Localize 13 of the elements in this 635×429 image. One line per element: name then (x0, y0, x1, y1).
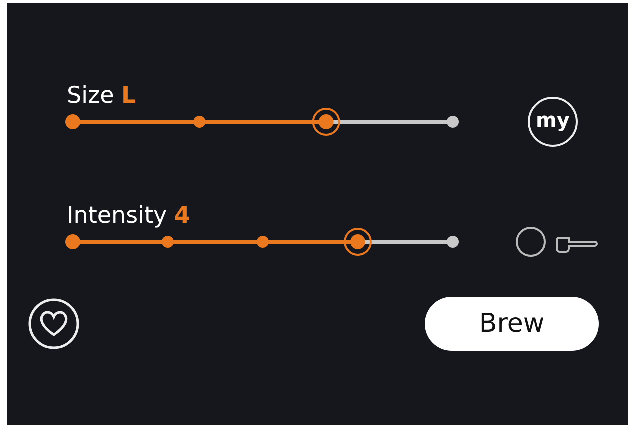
slider-label: Intensity 4 (66, 202, 192, 231)
slider-stop[interactable] (66, 234, 80, 250)
slider-thumb[interactable] (312, 108, 340, 136)
slider-label: Size L (66, 82, 138, 111)
my-button[interactable]: my (528, 97, 578, 147)
slider-stop[interactable] (162, 236, 174, 248)
brew-button[interactable]: Brew (425, 297, 599, 351)
slider-stop[interactable] (194, 116, 206, 128)
slider-thumb[interactable] (344, 228, 372, 256)
slider-stop[interactable] (257, 236, 269, 248)
slider-stop[interactable] (447, 116, 459, 128)
slider-stop[interactable] (66, 114, 80, 130)
slider-stop[interactable] (447, 236, 459, 248)
